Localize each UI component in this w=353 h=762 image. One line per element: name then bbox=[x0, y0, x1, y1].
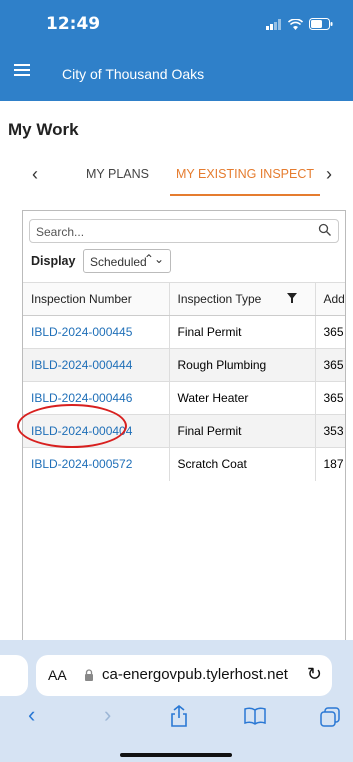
inspection-number-link[interactable]: IBLD-2024-000444 bbox=[23, 348, 169, 382]
table-row: IBLD-2024-000445 Final Permit 365 bbox=[23, 315, 345, 349]
url-text: ca-energovpub.tylerhost.net bbox=[102, 666, 288, 683]
back-icon[interactable]: ‹ bbox=[28, 702, 35, 728]
inspection-address: 365 bbox=[314, 348, 345, 382]
column-header-inspection-type[interactable]: Inspection Type bbox=[168, 282, 315, 316]
reload-icon[interactable]: ↻ bbox=[307, 664, 322, 685]
inspection-address: 365 bbox=[314, 381, 345, 415]
column-header-inspection-type-label: Inspection Type bbox=[177, 292, 262, 306]
status-bar: 12:49 bbox=[0, 0, 353, 47]
tab-my-existing-inspections[interactable]: MY EXISTING INSPECT bbox=[176, 167, 314, 181]
inspection-type: Final Permit bbox=[168, 315, 315, 349]
inspection-address: 187 bbox=[314, 447, 345, 481]
inspection-address: 365 bbox=[314, 315, 345, 349]
inspection-address: 353 bbox=[314, 414, 345, 448]
inspection-type: Scratch Coat bbox=[168, 447, 315, 481]
lock-icon bbox=[85, 669, 93, 681]
display-select-value: Scheduled bbox=[90, 255, 147, 269]
home-indicator bbox=[120, 753, 232, 757]
signal-icon bbox=[266, 18, 281, 30]
display-select[interactable]: Scheduled ⌃⌄ bbox=[83, 249, 171, 273]
inspection-type: Final Permit bbox=[168, 414, 315, 448]
forward-icon[interactable]: › bbox=[104, 702, 111, 728]
search-icon[interactable] bbox=[318, 223, 332, 237]
inspection-number-link[interactable]: IBLD-2024-000445 bbox=[23, 315, 169, 349]
wifi-icon bbox=[288, 18, 303, 30]
select-arrows-icon: ⌃⌄ bbox=[143, 252, 164, 266]
address-bar[interactable]: AA ca-energovpub.tylerhost.net ↻ bbox=[36, 655, 332, 696]
clock: 12:49 bbox=[46, 14, 101, 34]
column-header-address[interactable]: Add bbox=[314, 282, 345, 316]
table-row: IBLD-2024-000444 Rough Plumbing 365 bbox=[23, 348, 345, 382]
filter-icon[interactable] bbox=[286, 293, 297, 303]
tabs-icon[interactable] bbox=[320, 707, 340, 727]
status-icons bbox=[266, 18, 333, 30]
bookmarks-icon[interactable] bbox=[244, 707, 266, 725]
reader-options-button[interactable]: AA bbox=[48, 667, 67, 683]
chevron-right-icon[interactable]: › bbox=[326, 164, 332, 185]
page-title: My Work bbox=[8, 120, 79, 139]
inspection-number-link[interactable]: IBLD-2024-000572 bbox=[23, 447, 169, 481]
share-icon[interactable] bbox=[170, 705, 188, 727]
display-label: Display bbox=[31, 254, 76, 268]
app-title: City of Thousand Oaks bbox=[62, 66, 205, 82]
search-placeholder: Search... bbox=[36, 225, 85, 239]
browser-toolbar: AA ca-energovpub.tylerhost.net ↻ ‹ › bbox=[0, 640, 353, 762]
active-tab-indicator bbox=[170, 194, 320, 196]
inspection-type: Rough Plumbing bbox=[168, 348, 315, 382]
app-header: City of Thousand Oaks bbox=[0, 47, 353, 101]
tab-my-plans[interactable]: MY PLANS bbox=[86, 167, 149, 181]
search-input[interactable]: Search... bbox=[29, 219, 339, 243]
battery-icon bbox=[309, 18, 333, 30]
column-header-inspection-number[interactable]: Inspection Number bbox=[23, 282, 169, 316]
previous-tab-stub[interactable] bbox=[0, 655, 28, 696]
tab-bar: ‹ MY PLANS MY EXISTING INSPECT › bbox=[0, 158, 353, 198]
inspection-type: Water Heater bbox=[168, 381, 315, 415]
hamburger-menu-icon[interactable] bbox=[14, 64, 30, 78]
chevron-left-icon[interactable]: ‹ bbox=[32, 164, 38, 185]
inspections-table: Inspection Number Inspection Type Add IB… bbox=[23, 282, 345, 481]
browser-nav: ‹ › bbox=[0, 702, 353, 732]
table-header-row: Inspection Number Inspection Type Add bbox=[23, 282, 345, 316]
red-annotation-circle bbox=[17, 404, 127, 448]
table-row: IBLD-2024-000572 Scratch Coat 187 bbox=[23, 447, 345, 481]
